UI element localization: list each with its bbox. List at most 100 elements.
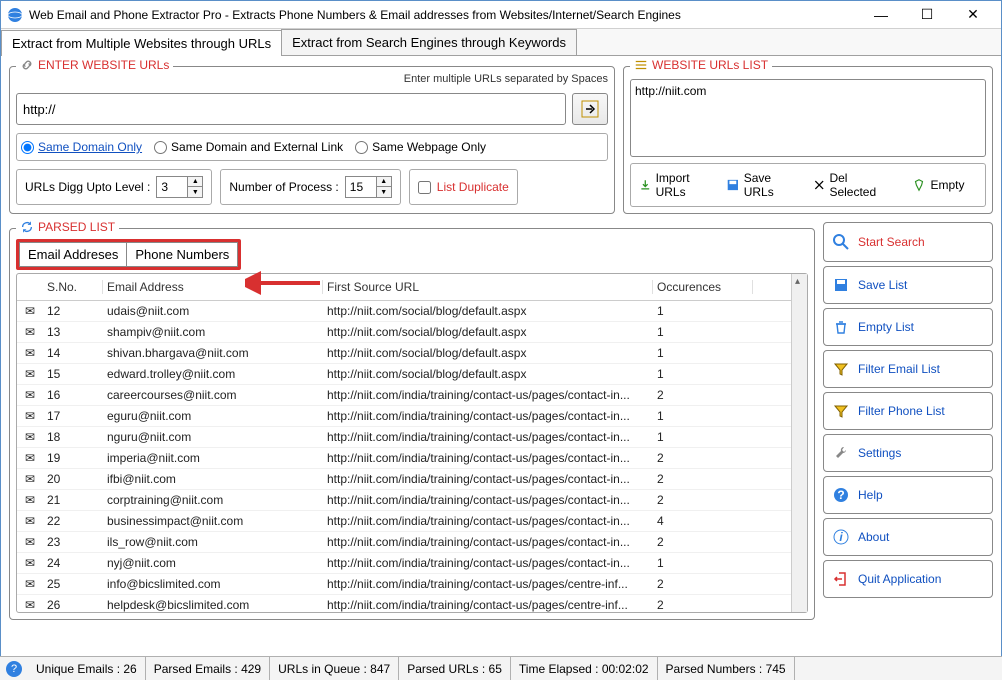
spin-down-icon[interactable]: ▼	[377, 187, 391, 197]
list-duplicate-check[interactable]: List Duplicate	[409, 169, 518, 205]
trash-icon	[833, 319, 849, 335]
status-parsed-emails: Parsed Emails : 429	[146, 657, 270, 680]
help-button[interactable]: ?Help	[823, 476, 993, 514]
window-title: Web Email and Phone Extractor Pro - Extr…	[29, 8, 867, 22]
funnel-icon	[833, 361, 849, 377]
envelope-icon: ✉	[21, 451, 43, 465]
filter-phone-button[interactable]: Filter Phone List	[823, 392, 993, 430]
filter-email-button[interactable]: Filter Email List	[823, 350, 993, 388]
table-row[interactable]: ✉ 22 businessimpact@niit.com http://niit…	[17, 511, 791, 532]
envelope-icon: ✉	[21, 535, 43, 549]
status-urls-queue: URLs in Queue : 847	[270, 657, 399, 680]
info-icon: i	[833, 529, 849, 545]
urls-list-panel: WEBSITE URLs LIST http://niit.com Import…	[623, 66, 993, 214]
digg-level-spinner[interactable]: ▲▼	[156, 176, 203, 198]
envelope-icon: ✉	[21, 493, 43, 507]
envelope-icon: ✉	[21, 388, 43, 402]
envelope-icon: ✉	[21, 598, 43, 612]
envelope-icon: ✉	[21, 325, 43, 339]
digg-label: URLs Digg Upto Level :	[25, 180, 150, 194]
start-search-button[interactable]: Start Search	[823, 222, 993, 262]
tab-extract-keywords[interactable]: Extract from Search Engines through Keyw…	[281, 29, 577, 55]
scrollbar[interactable]	[791, 274, 807, 612]
save-list-button[interactable]: Save List	[823, 266, 993, 304]
tab-email-addresses[interactable]: Email Addreses	[19, 242, 127, 267]
search-icon	[832, 233, 850, 251]
table-row[interactable]: ✉ 16 careercourses@niit.com http://niit.…	[17, 385, 791, 406]
delete-icon	[813, 178, 825, 192]
table-row[interactable]: ✉ 12 udais@niit.com http://niit.com/soci…	[17, 301, 791, 322]
spin-up-icon[interactable]: ▲	[377, 177, 391, 187]
envelope-icon: ✉	[21, 556, 43, 570]
empty-list-button[interactable]: Empty List	[823, 308, 993, 346]
maximize-button[interactable]: ☐	[913, 5, 941, 25]
urls-list-title: WEBSITE URLs LIST	[652, 58, 768, 72]
radio-same-domain-external[interactable]: Same Domain and External Link	[154, 140, 343, 154]
enter-urls-title: ENTER WEBSITE URLs	[38, 58, 169, 72]
table-row[interactable]: ✉ 15 edward.trolley@niit.com http://niit…	[17, 364, 791, 385]
results-grid: S.No. Email Address First Source URL Occ…	[17, 274, 791, 612]
url-input[interactable]	[16, 93, 566, 125]
process-spinner[interactable]: ▲▼	[345, 176, 392, 198]
settings-button[interactable]: Settings	[823, 434, 993, 472]
col-sno[interactable]: S.No.	[43, 280, 103, 294]
table-row[interactable]: ✉ 23 ils_row@niit.com http://niit.com/in…	[17, 532, 791, 553]
funnel-icon	[833, 403, 849, 419]
radio-same-domain[interactable]: Same Domain Only	[21, 140, 142, 154]
save-icon	[726, 178, 740, 192]
tab-extract-urls[interactable]: Extract from Multiple Websites through U…	[1, 30, 282, 56]
table-row[interactable]: ✉ 25 info@bicslimited.com http://niit.co…	[17, 574, 791, 595]
col-occurences[interactable]: Occurences	[653, 280, 753, 294]
delete-selected-button[interactable]: Del Selected	[809, 168, 894, 202]
table-row[interactable]: ✉ 20 ifbi@niit.com http://niit.com/india…	[17, 469, 791, 490]
status-help-icon[interactable]: ?	[6, 661, 22, 677]
table-row[interactable]: ✉ 21 corptraining@niit.com http://niit.c…	[17, 490, 791, 511]
envelope-icon: ✉	[21, 304, 43, 318]
envelope-icon: ✉	[21, 514, 43, 528]
link-icon	[20, 58, 34, 72]
digg-level-box: URLs Digg Upto Level : ▲▼	[16, 169, 212, 205]
side-panel: Start Search Save List Empty List Filter…	[823, 222, 993, 620]
col-email[interactable]: Email Address	[103, 280, 323, 294]
table-row[interactable]: ✉ 18 nguru@niit.com http://niit.com/indi…	[17, 427, 791, 448]
urls-listbox[interactable]: http://niit.com	[630, 79, 986, 157]
table-row[interactable]: ✉ 13 shampiv@niit.com http://niit.com/so…	[17, 322, 791, 343]
save-urls-button[interactable]: Save URLs	[722, 168, 807, 202]
svg-text:?: ?	[837, 488, 844, 502]
process-count-box: Number of Process : ▲▼	[220, 169, 400, 205]
col-source[interactable]: First Source URL	[323, 280, 653, 294]
spin-up-icon[interactable]: ▲	[188, 177, 202, 187]
empty-button[interactable]: Empty	[896, 168, 981, 202]
envelope-icon: ✉	[21, 409, 43, 423]
envelope-icon: ✉	[21, 367, 43, 381]
quit-button[interactable]: Quit Application	[823, 560, 993, 598]
table-row[interactable]: ✉ 14 shivan.bhargava@niit.com http://nii…	[17, 343, 791, 364]
grid-header: S.No. Email Address First Source URL Occ…	[17, 274, 791, 301]
refresh-icon	[20, 220, 34, 234]
list-item[interactable]: http://niit.com	[635, 84, 981, 98]
about-button[interactable]: iAbout	[823, 518, 993, 556]
table-row[interactable]: ✉ 17 eguru@niit.com http://niit.com/indi…	[17, 406, 791, 427]
process-label: Number of Process :	[229, 180, 338, 194]
download-icon	[639, 178, 652, 192]
close-button[interactable]: ✕	[959, 5, 987, 25]
table-row[interactable]: ✉ 19 imperia@niit.com http://niit.com/in…	[17, 448, 791, 469]
envelope-icon: ✉	[21, 346, 43, 360]
minimize-button[interactable]: —	[867, 5, 895, 25]
table-row[interactable]: ✉ 26 helpdesk@bicslimited.com http://nii…	[17, 595, 791, 612]
table-row[interactable]: ✉ 24 nyj@niit.com http://niit.com/india/…	[17, 553, 791, 574]
tab-phone-numbers[interactable]: Phone Numbers	[127, 242, 238, 267]
spin-down-icon[interactable]: ▼	[188, 187, 202, 197]
status-parsed-numbers: Parsed Numbers : 745	[658, 657, 795, 680]
titlebar: Web Email and Phone Extractor Pro - Extr…	[1, 1, 1001, 29]
status-time-elapsed: Time Elapsed : 00:02:02	[511, 657, 658, 680]
import-urls-button[interactable]: Import URLs	[635, 168, 720, 202]
statusbar: ? Unique Emails : 26 Parsed Emails : 429…	[0, 656, 1002, 680]
main-tabs: Extract from Multiple Websites through U…	[1, 29, 1001, 56]
enter-urls-panel: ENTER WEBSITE URLs Enter multiple URLs s…	[9, 66, 615, 214]
arrow-right-icon	[581, 100, 599, 118]
go-button[interactable]	[572, 93, 608, 125]
radio-same-webpage[interactable]: Same Webpage Only	[355, 140, 486, 154]
recycle-icon	[912, 178, 926, 192]
envelope-icon: ✉	[21, 430, 43, 444]
